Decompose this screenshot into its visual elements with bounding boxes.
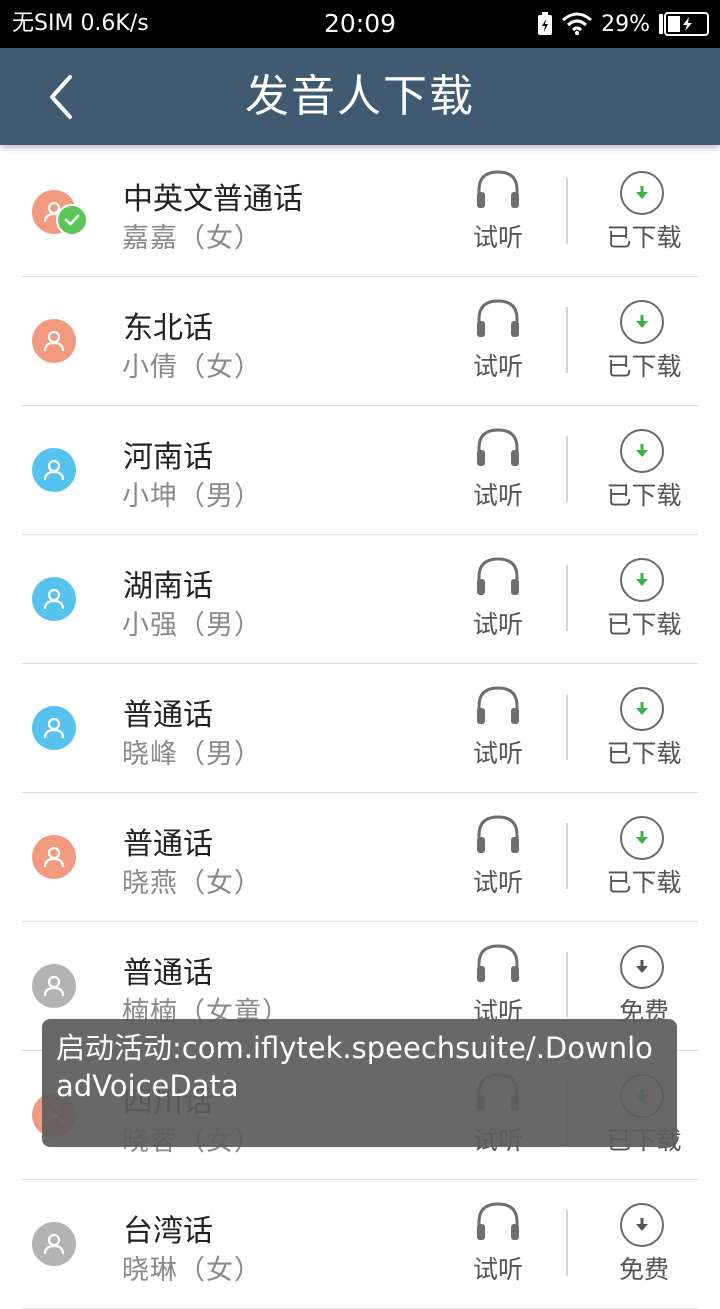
list-item[interactable]: 湖南话 小强（男） 试听 已下载 — [0, 535, 720, 664]
download-button[interactable]: 已下载 — [598, 813, 690, 903]
language-name: 普通话 — [123, 956, 213, 991]
page-title: 发音人下载 — [245, 71, 475, 122]
listen-label: 试听 — [472, 1255, 523, 1284]
vertical-divider — [566, 436, 568, 502]
download-arrow-icon — [620, 171, 664, 215]
download-button[interactable]: 已下载 — [598, 168, 690, 258]
headphones-icon — [477, 1202, 519, 1240]
listen-button[interactable]: 试听 — [462, 297, 534, 387]
toast-message: 启动活动:com.iflytek.speechsuite/.DownloadVo… — [42, 1019, 677, 1147]
vertical-divider — [566, 178, 568, 244]
person-icon — [43, 846, 65, 868]
battery-saver-icon — [538, 12, 553, 35]
download-status-label: 已下载 — [606, 610, 682, 639]
person-icon — [43, 717, 65, 739]
download-button[interactable]: 已下载 — [598, 684, 690, 774]
download-status-label: 已下载 — [606, 352, 682, 381]
avatar-icon — [32, 577, 76, 621]
wifi-icon — [562, 12, 593, 35]
status-bar: 无SIM 0.6K/s 20:09 29% — [0, 0, 720, 48]
headphones-icon — [477, 428, 519, 466]
download-arrow-icon — [620, 816, 664, 860]
list-item[interactable]: 台湾话 晓琳（女） 试听 免费 — [0, 1180, 720, 1309]
language-name: 河南话 — [123, 440, 213, 475]
download-arrow-icon — [620, 1203, 664, 1247]
listen-label: 试听 — [472, 481, 523, 510]
person-icon — [43, 588, 65, 610]
listen-button[interactable]: 试听 — [462, 168, 534, 258]
status-right: 29% — [537, 0, 710, 48]
language-name: 台湾话 — [123, 1214, 213, 1249]
headphones-icon — [477, 944, 519, 982]
download-arrow-icon — [620, 558, 664, 602]
person-icon — [43, 330, 65, 352]
voice-name: 小倩（女） — [122, 352, 262, 383]
list-item[interactable]: 河南话 小坤（男） 试听 已下载 — [0, 406, 720, 535]
person-icon — [43, 459, 65, 481]
vertical-divider — [566, 952, 568, 1018]
vertical-divider — [566, 694, 568, 760]
download-button[interactable]: 免费 — [598, 1200, 690, 1290]
listen-label: 试听 — [472, 352, 523, 381]
vertical-divider — [566, 565, 568, 631]
listen-button[interactable]: 试听 — [462, 555, 534, 645]
headphones-icon — [477, 557, 519, 595]
battery-charging-icon — [659, 12, 709, 36]
download-arrow-icon — [620, 687, 664, 731]
language-name: 普通话 — [123, 827, 213, 862]
language-name: 湖南话 — [123, 569, 213, 604]
listen-label: 试听 — [472, 868, 523, 897]
listen-button[interactable]: 试听 — [462, 1200, 534, 1290]
avatar-icon — [32, 1222, 76, 1266]
language-name: 东北话 — [123, 311, 213, 346]
download-arrow-icon — [620, 300, 664, 344]
avatar-icon — [32, 964, 76, 1008]
list-item[interactable]: 普通话 晓峰（男） 试听 已下载 — [0, 664, 720, 793]
vertical-divider — [566, 1210, 568, 1276]
listen-label: 试听 — [472, 739, 523, 768]
download-arrow-icon — [620, 429, 664, 473]
language-name: 中英文普通话 — [123, 182, 303, 217]
list-item[interactable]: 中英文普通话 嘉嘉（女） 试听 已下载 — [0, 148, 720, 277]
headphones-icon — [477, 815, 519, 853]
download-button[interactable]: 已下载 — [598, 555, 690, 645]
download-button[interactable]: 已下载 — [598, 426, 690, 516]
vertical-divider — [566, 823, 568, 889]
listen-button[interactable]: 试听 — [462, 684, 534, 774]
app-bar: 发音人下载 — [0, 48, 720, 145]
avatar-icon — [32, 448, 76, 492]
download-button[interactable]: 已下载 — [598, 297, 690, 387]
voice-name: 晓琳（女） — [122, 1255, 262, 1286]
voice-name: 小强（男） — [122, 610, 262, 641]
list-item[interactable]: 东北话 小倩（女） 试听 已下载 — [0, 277, 720, 406]
voice-name: 小坤（男） — [122, 481, 262, 512]
voice-name: 嘉嘉（女） — [122, 223, 262, 254]
download-arrow-icon — [620, 945, 664, 989]
check-badge-icon — [56, 204, 88, 236]
language-name: 普通话 — [123, 698, 213, 733]
avatar-icon — [32, 319, 76, 363]
headphones-icon — [477, 170, 519, 208]
voice-name: 晓燕（女） — [122, 868, 262, 899]
headphones-icon — [477, 686, 519, 724]
person-icon — [43, 1233, 65, 1255]
listen-label: 试听 — [472, 223, 523, 252]
person-icon — [43, 975, 65, 997]
download-status-label: 已下载 — [606, 481, 682, 510]
voice-name: 晓峰（男） — [122, 739, 262, 770]
avatar-icon — [32, 706, 76, 750]
avatar-icon — [32, 835, 76, 879]
download-status-label: 免费 — [618, 1255, 669, 1284]
listen-button[interactable]: 试听 — [462, 426, 534, 516]
download-status-label: 已下载 — [606, 223, 682, 252]
vertical-divider — [566, 307, 568, 373]
download-status-label: 已下载 — [606, 739, 682, 768]
battery-percent: 29% — [601, 11, 650, 37]
download-status-label: 已下载 — [606, 868, 682, 897]
listen-button[interactable]: 试听 — [462, 813, 534, 903]
list-item[interactable]: 普通话 晓燕（女） 试听 已下载 — [0, 793, 720, 922]
headphones-icon — [477, 299, 519, 337]
listen-label: 试听 — [472, 610, 523, 639]
